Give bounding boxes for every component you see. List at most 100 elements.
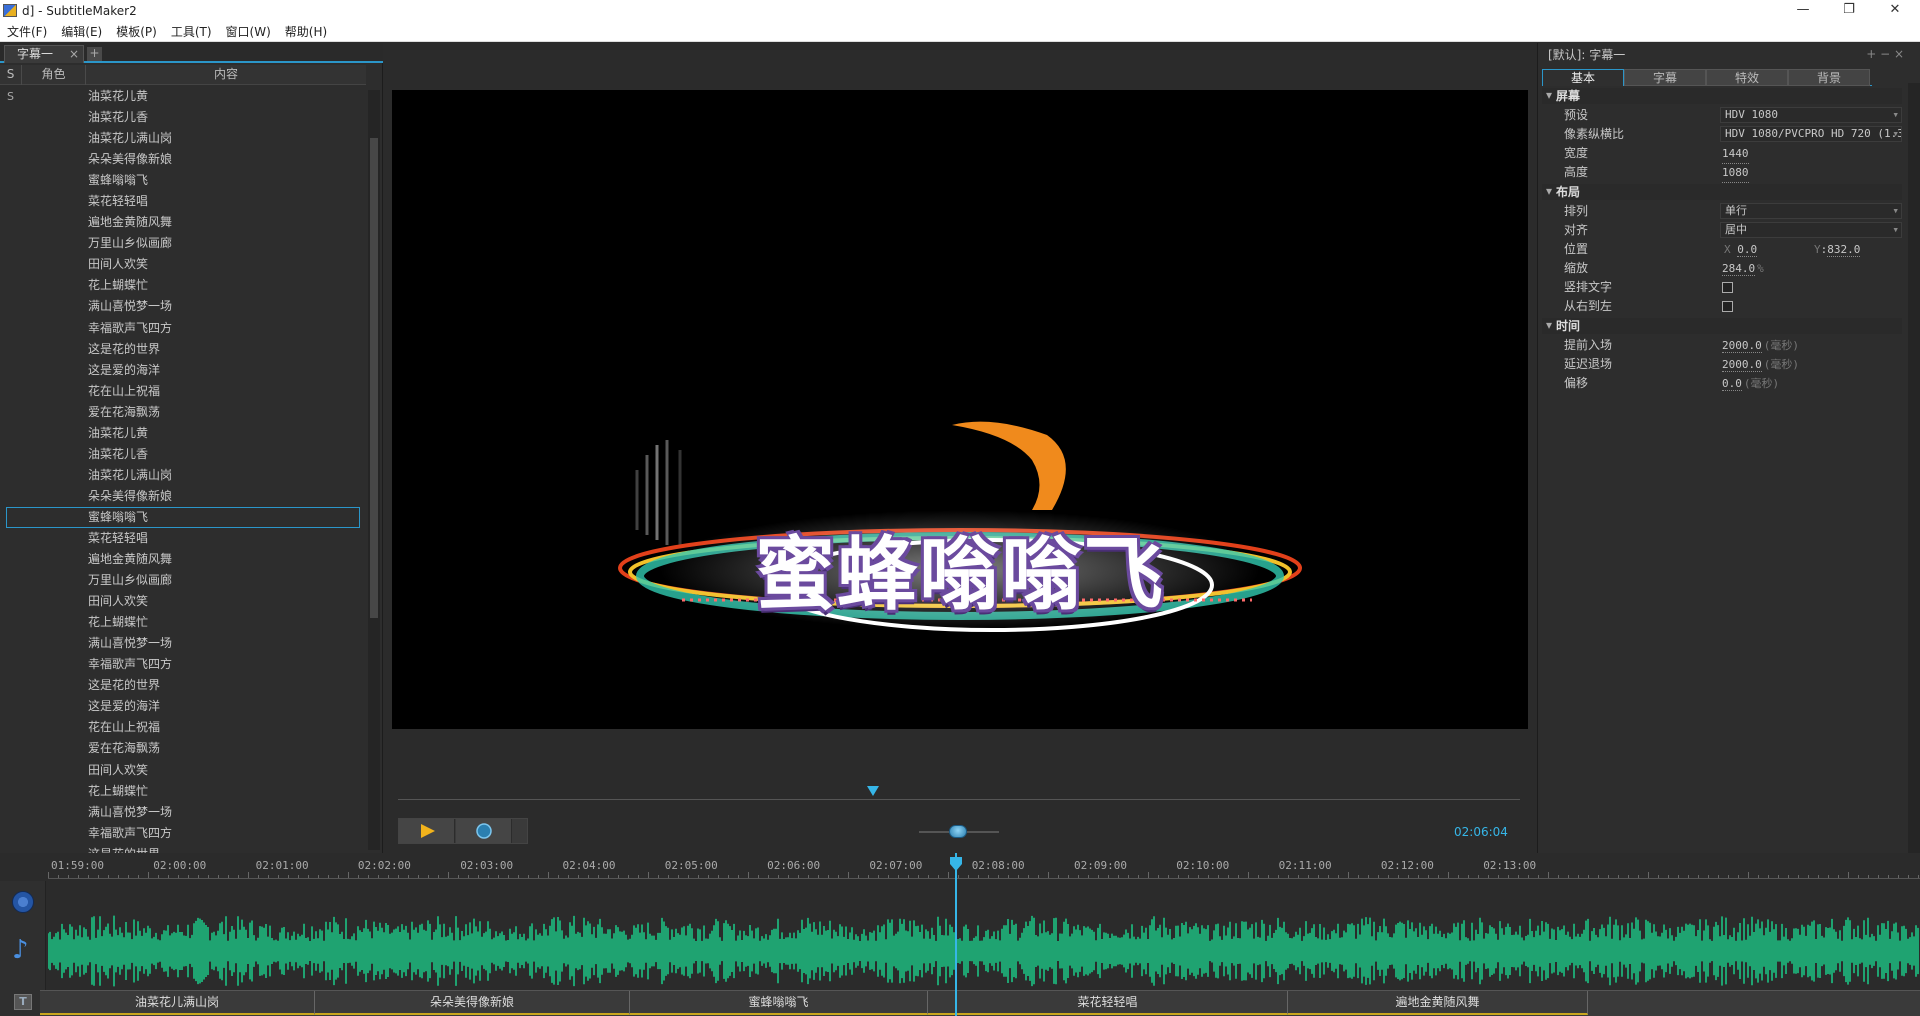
list-item[interactable]: 菜花轻轻唱 [0,191,366,212]
tab-subtitle[interactable]: 字幕 [1624,69,1706,86]
timeline-ruler[interactable]: 01:59:00 02:00:00 02:01:00 02:02:00 02:03:00… [48,859,1920,879]
list-item[interactable]: 油菜花儿满山岗 [0,465,366,486]
minimize-button[interactable]: — [1780,0,1826,22]
width-value[interactable]: 1440 [1722,144,1749,164]
video-preview[interactable]: 蜜蜂嗡嗡飞 [392,90,1528,729]
list-item[interactable]: 这是爱的海洋 [0,360,366,381]
lead-in-value[interactable]: 2000.0 [1722,339,1762,353]
ruler-minor-tick [1778,875,1779,878]
list-item[interactable]: 这是花的世界 [0,844,366,853]
section-layout[interactable]: 布局 [1542,183,1902,200]
list-item[interactable]: 田间人欢笑 [0,760,366,781]
list-item[interactable]: 幸福歌声飞四方 [0,823,366,844]
ruler-minor-tick [1718,875,1719,878]
list-item[interactable]: 花在山上祝福 [0,381,366,402]
record-button[interactable] [456,819,512,843]
list-item[interactable]: 遍地金黄随风舞 [0,212,366,233]
menu-edit[interactable]: 编辑(E) [54,22,109,42]
style-selector[interactable]: [默认]: 字幕一 [1542,47,1902,63]
position-x-value[interactable]: 0.0 [1737,243,1758,257]
preview-playhead-icon[interactable] [867,786,879,796]
subtitle-track-icon[interactable]: T [14,994,32,1010]
audio-track-icon[interactable]: ♪ [12,937,29,963]
menu-window[interactable]: 窗口(W) [219,22,278,42]
menu-help[interactable]: 帮助(H) [278,22,334,42]
properties-scrollbar[interactable] [1908,83,1920,853]
list-item[interactable]: 万里山乡似画廊 [0,233,366,254]
list-item[interactable]: 这是花的世界 [0,339,366,360]
ruler-minor-tick [1038,875,1039,878]
list-item[interactable]: 花在山上祝福 [0,717,366,738]
list-item[interactable]: 朵朵美得像新娘 [0,486,366,507]
play-button[interactable] [399,819,455,843]
rtl-checkbox[interactable] [1722,301,1733,312]
column-content[interactable]: 内容 [86,65,366,85]
list-item[interactable]: 满山喜悦梦一场 [0,633,366,654]
volume-slider-knob[interactable] [949,825,967,838]
list-item[interactable]: 朵朵美得像新娘 [0,149,366,170]
maximize-button[interactable]: ❐ [1826,0,1872,22]
subtitle-segment[interactable]: 遍地金黄随风舞 [1288,991,1588,1015]
list-item[interactable]: 万里山乡似画廊 [0,570,366,591]
list-scrollbar[interactable] [368,90,380,850]
tab-basic[interactable]: 基本 [1542,69,1624,86]
style-buttons[interactable]: + − × [1866,47,1904,61]
height-value[interactable]: 1080 [1722,163,1749,183]
vertical-checkbox[interactable] [1722,282,1733,293]
menu-template[interactable]: 模板(P) [109,22,164,42]
list-item[interactable]: 油菜花儿香 [0,444,366,465]
scale-value[interactable]: 284.0 [1722,262,1756,276]
tab-background[interactable]: 背景 [1788,69,1870,86]
list-item[interactable]: 遍地金黄随风舞 [0,549,366,570]
tab-subtitle-one[interactable]: 字幕一 × [4,45,84,63]
menu-file[interactable]: 文件(F) [0,22,54,42]
list-item[interactable]: 田间人欢笑 [0,254,366,275]
position-y-value[interactable]: 832.0 [1827,243,1861,257]
column-role[interactable]: 角色 [22,65,86,85]
aspect-dropdown[interactable]: HDV 1080/PVCPRO HD 720 (1.3 [1720,126,1902,142]
list-item[interactable]: 这是花的世界 [0,675,366,696]
list-item[interactable]: 这是爱的海洋 [0,696,366,717]
add-tab-button[interactable]: + [87,47,102,61]
audio-waveform[interactable] [48,913,1920,989]
column-s[interactable]: S [0,65,22,85]
list-item[interactable]: 满山喜悦梦一场 [0,296,366,317]
list-item[interactable]: 花上蝴蝶忙 [0,781,366,802]
list-item[interactable]: 幸福歌声飞四方 [0,318,366,339]
list-item[interactable]: 蜜蜂嗡嗡飞 [6,506,360,528]
subtitle-segment[interactable]: 菜花轻轻唱 [928,991,1288,1015]
list-item[interactable]: 蜜蜂嗡嗡飞 [0,170,366,191]
list-item[interactable]: 菜花轻轻唱 [0,528,366,549]
list-item[interactable]: 油菜花儿黄 [0,423,366,444]
list-item[interactable]: 花上蝴蝶忙 [0,612,366,633]
list-item[interactable]: S 油菜花儿黄 [0,86,366,107]
subtitle-segment[interactable]: 朵朵美得像新娘 [315,991,630,1015]
tab-close-icon[interactable]: × [69,46,79,62]
list-item[interactable]: 爱在花海飘荡 [0,738,366,759]
video-track-icon[interactable] [12,891,34,913]
lead-out-value[interactable]: 2000.0 [1722,358,1762,372]
preview-progress-line[interactable] [398,799,1520,800]
list-item[interactable]: 幸福歌声飞四方 [0,654,366,675]
offset-value[interactable]: 0.0 [1722,377,1742,391]
section-screen[interactable]: 屏幕 [1542,87,1902,104]
list-item[interactable]: 田间人欢笑 [0,591,366,612]
scroll-thumb[interactable] [370,138,378,618]
preset-dropdown[interactable]: HDV 1080 [1720,107,1902,123]
waveform-path [48,915,1919,987]
tab-effects[interactable]: 特效 [1706,69,1788,86]
list-item[interactable]: 爱在花海飘荡 [0,402,366,423]
subtitle-segment[interactable]: 油菜花儿满山岗 [40,991,315,1015]
list-item[interactable]: 花上蝴蝶忙 [0,275,366,296]
close-button[interactable]: ✕ [1872,0,1918,22]
ruler-minor-tick [1228,875,1229,878]
arrange-dropdown[interactable]: 单行 [1720,203,1902,219]
list-item[interactable]: 油菜花儿香 [0,107,366,128]
subtitle-segment[interactable]: 蜜蜂嗡嗡飞 [630,991,928,1015]
list-item[interactable]: 油菜花儿满山岗 [0,128,366,149]
section-time[interactable]: 时间 [1542,317,1902,334]
menu-tools[interactable]: 工具(T) [164,22,219,42]
list-item[interactable]: 满山喜悦梦一场 [0,802,366,823]
timeline-playhead[interactable] [955,853,957,1016]
align-dropdown[interactable]: 居中 [1720,222,1902,238]
